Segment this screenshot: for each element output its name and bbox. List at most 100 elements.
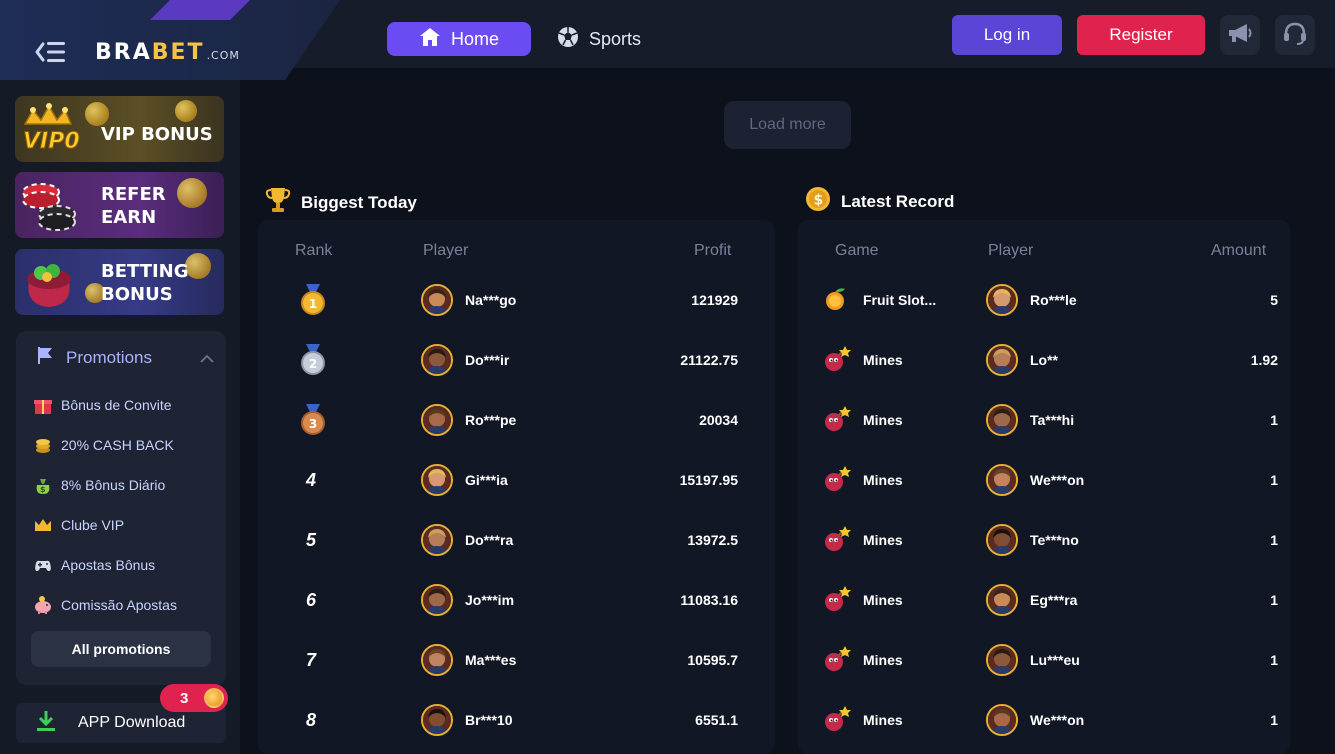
menu-toggle-icon[interactable] (33, 38, 69, 66)
avatar (986, 644, 1018, 676)
dollar-coin-icon: $ (805, 186, 831, 217)
logo-suffix: .COM (206, 49, 240, 62)
rank-number: 7 (306, 650, 317, 670)
player-name: Ro***pe (465, 412, 517, 428)
player-name: Eg***ra (1030, 592, 1078, 608)
casino-chips-icon (19, 178, 97, 234)
biggest-today-title: Biggest Today (265, 186, 417, 219)
svg-text:$: $ (40, 485, 46, 494)
mine-bomb-icon (823, 585, 851, 613)
game-name[interactable]: Mines (863, 532, 903, 548)
chevron-up-icon[interactable] (200, 351, 214, 369)
amount-value: 1 (1270, 712, 1278, 728)
rank-number: 6 (306, 590, 317, 610)
rank-number: 8 (306, 710, 317, 730)
betting-bonus-banner[interactable]: BETTING BONUS (15, 249, 224, 315)
game-name[interactable]: Mines (863, 712, 903, 728)
avatar (986, 524, 1018, 556)
avatar (986, 464, 1018, 496)
player-name: Do***ir (465, 352, 510, 368)
player-name: We***on (1030, 712, 1085, 728)
game-name[interactable]: Mines (863, 472, 903, 488)
game-name[interactable]: Mines (863, 652, 903, 668)
sidebar: VIP0 VIP BONUS REFER EARN BETTING BONUS (0, 80, 240, 754)
promo-item-bonus-diario[interactable]: $ 8% Bônus Diário (33, 473, 165, 497)
soccer-ball-icon (556, 25, 580, 54)
mine-bomb-icon (823, 405, 851, 433)
coin-icon (204, 688, 224, 708)
player-name: Jo***im (465, 592, 515, 608)
mine-bomb-icon (823, 645, 851, 673)
logo-main: BRA (95, 40, 152, 65)
game-name[interactable]: Mines (863, 592, 903, 608)
promo-label: 20% CASH BACK (61, 437, 174, 453)
amount-value: 1 (1270, 532, 1278, 548)
support-button[interactable] (1275, 15, 1315, 55)
piggy-bank-icon (33, 595, 53, 615)
amount-value: 1 (1270, 592, 1278, 608)
medal-rank-text: 2 (309, 357, 317, 371)
promo-label: 8% Bônus Diário (61, 477, 166, 493)
game-name[interactable]: Fruit Slot... (863, 292, 936, 308)
avatar (986, 584, 1018, 616)
flag-icon (36, 345, 56, 370)
all-promotions-button[interactable]: All promotions (31, 631, 211, 667)
promotions-header[interactable]: Promotions (36, 345, 152, 370)
vip-level-text: VIP0 (23, 129, 80, 154)
register-button[interactable]: Register (1077, 15, 1205, 55)
profit-value: 11083.16 (680, 592, 738, 608)
mine-bomb-icon (823, 525, 851, 553)
promo-item-clube-vip[interactable]: Clube VIP (33, 513, 124, 537)
profit-value: 13972.5 (687, 532, 738, 548)
load-more-button[interactable]: Load more (724, 101, 851, 149)
promotions-panel: Promotions Bônus de Convite 20% CASH BAC… (16, 331, 226, 685)
avatar (421, 464, 453, 496)
promo-item-bonus-convite[interactable]: Bônus de Convite (33, 393, 172, 417)
game-name[interactable]: Mines (863, 412, 903, 428)
refer-earn-banner[interactable]: REFER EARN (15, 172, 224, 238)
mine-bomb-icon (823, 465, 851, 493)
player-name: Lu***eu (1030, 652, 1080, 668)
avatar (986, 344, 1018, 376)
col-header-player: Player (423, 242, 469, 259)
rank-medal-icon: 2 (300, 344, 326, 376)
login-button[interactable]: Log in (952, 15, 1062, 55)
promo-item-cashback[interactable]: 20% CASH BACK (33, 433, 174, 457)
nav-sports-button[interactable]: Sports (556, 22, 641, 56)
top-header: BRABET .COM Home Sports Log in Register (0, 0, 1335, 80)
amount-value: 1 (1270, 652, 1278, 668)
promo-label: Apostas Bônus (61, 557, 156, 573)
nav-home-button[interactable]: Home (387, 22, 531, 56)
vip-bonus-banner[interactable]: VIP0 VIP BONUS (15, 96, 224, 162)
avatar (986, 704, 1018, 736)
logo-accent: BET (151, 40, 205, 65)
announcement-button[interactable] (1220, 15, 1260, 55)
nav-home-label: Home (450, 28, 499, 49)
promotions-title: Promotions (66, 347, 152, 367)
medal-rank-text: 1 (309, 297, 317, 311)
avatar (986, 404, 1018, 436)
player-name: Lo** (1030, 352, 1058, 368)
svg-text:$: $ (814, 193, 824, 209)
game-name[interactable]: Mines (863, 352, 903, 368)
profit-value: 121929 (691, 292, 738, 308)
gift-icon (33, 395, 53, 415)
brabet-logo[interactable]: BRABET .COM (95, 40, 240, 65)
nav-sports-label: Sports (589, 28, 642, 49)
profit-value: 15197.95 (679, 472, 738, 488)
betting-label: BETTING (101, 261, 189, 282)
latest-record-title: $ Latest Record (805, 186, 954, 217)
promo-item-apostas-bonus[interactable]: Apostas Bônus (33, 553, 155, 577)
medal-rank-text: 3 (309, 417, 317, 431)
promo-label: Comissão Apostas (61, 597, 177, 613)
avatar (421, 644, 453, 676)
coin-icon (177, 178, 207, 208)
player-name: Na***go (465, 292, 517, 308)
amount-value: 1.92 (1250, 352, 1278, 368)
earn-label: EARN (101, 207, 157, 228)
player-name: Te***no (1030, 532, 1079, 548)
refer-label: REFER (101, 184, 166, 205)
treasure-bag-icon (19, 255, 97, 311)
avatar (421, 344, 453, 376)
promo-item-comissao-apostas[interactable]: Comissão Apostas (33, 593, 177, 617)
